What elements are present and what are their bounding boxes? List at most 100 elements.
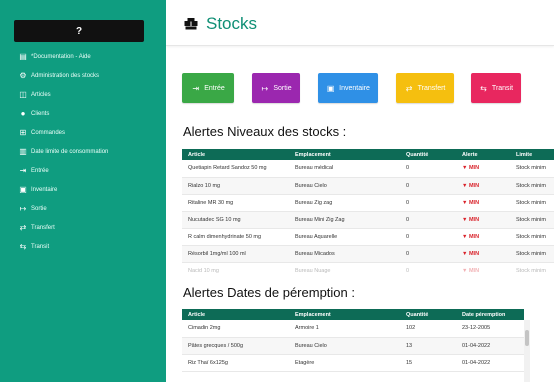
- column-header[interactable]: Quantité: [400, 309, 456, 320]
- cell-quantity: 13: [400, 337, 456, 355]
- cell-quantity: 0: [400, 245, 456, 263]
- cell-quantity: 15: [400, 354, 456, 372]
- cell-expiry-date: 01-04-2022: [456, 354, 524, 372]
- inventaire-button[interactable]: ▣ Inventaire: [318, 73, 378, 103]
- cell-limit: Stock minim: [510, 211, 554, 229]
- table-row[interactable]: Quetiapin Retard Sandoz 50 mg Bureau méd…: [182, 160, 554, 178]
- cell-quantity: 0: [400, 177, 456, 195]
- transit-icon: ⇆: [480, 83, 487, 93]
- cell-alert: ▼ MIN: [456, 160, 510, 178]
- sidebar-item-date-limite[interactable]: ▥ Date limite de consommation: [0, 142, 166, 161]
- sidebar-item-label: Date limite de consommation: [31, 148, 109, 155]
- column-header[interactable]: Emplacement: [289, 149, 400, 160]
- expiry-alerts-table: Article Emplacement Quantité Date péremp…: [182, 309, 530, 382]
- sidebar-item-clients[interactable]: ● Clients: [0, 104, 166, 123]
- cell-article: R calm dimenhydrinate 50 mg: [182, 228, 289, 246]
- cell-article: Pâtes grecques / 500g: [182, 337, 289, 355]
- clipboard-icon: ▣: [326, 83, 335, 93]
- button-label: Transfert: [417, 84, 446, 92]
- table-row[interactable]: Riz Thaï 6x125g Etagère 15 01-04-2022: [182, 354, 524, 372]
- cell-alert: ▼ MIN: [456, 245, 510, 263]
- sign-out-icon: ↦: [19, 204, 27, 213]
- app-logo[interactable]: ?: [14, 20, 144, 42]
- clipboard-icon: ▣: [19, 185, 27, 194]
- expiry-alerts-heading: Alertes Dates de péremption :: [183, 285, 355, 300]
- cell-article: Rialzo 10 mg: [182, 177, 289, 195]
- sidebar: ? ▤ *Documentation - Aide ⚙ Administrati…: [0, 0, 166, 382]
- column-header[interactable]: Limite: [510, 149, 554, 160]
- sidebar-item-inventaire[interactable]: ▣ Inventaire: [0, 180, 166, 199]
- column-header[interactable]: Article: [182, 149, 289, 160]
- sortie-button[interactable]: ↦ Sortie: [252, 73, 300, 103]
- page-header: Stocks: [166, 0, 554, 46]
- cell-location: Bureau Cielo: [289, 337, 400, 355]
- sign-out-icon: ↦: [261, 83, 269, 93]
- cell-alert: ▼ MIN: [456, 194, 510, 212]
- table-row[interactable]: Rialzo 10 mg Bureau Cielo 0 ▼ MIN Stock …: [182, 177, 554, 195]
- user-icon: ●: [20, 109, 26, 118]
- sidebar-item-label: Entrée: [31, 167, 49, 174]
- sidebar-item-documentation[interactable]: ▤ *Documentation - Aide: [0, 47, 166, 66]
- cell-quantity: 0: [400, 160, 456, 178]
- cell-alert: ▼ MIN: [456, 177, 510, 195]
- main-content: Stocks ⇥ Entrée ↦ Sortie ▣ Inventaire ⇄ …: [166, 0, 554, 382]
- sidebar-item-entree[interactable]: ⇥ Entrée: [0, 161, 166, 180]
- cell-location: Bureau Mini Zig Zag: [289, 211, 400, 229]
- transfert-button[interactable]: ⇄ Transfert: [396, 73, 454, 103]
- table-row[interactable]: Cimadin 2mg Armoire 1 102 23-12-2005: [182, 320, 524, 338]
- button-label: Inventaire: [339, 84, 370, 92]
- sidebar-item-label: Administration des stocks: [31, 72, 100, 79]
- cell-limit: Stock minim: [510, 245, 554, 263]
- basket-icon: ◫: [19, 90, 27, 99]
- column-header[interactable]: Emplacement: [289, 309, 400, 320]
- cell-location: Bureau Zig zag: [289, 194, 400, 212]
- sidebar-item-commandes[interactable]: ⊞ Commandes: [0, 123, 166, 142]
- button-label: Transit: [491, 84, 514, 92]
- transit-icon: ⇆: [19, 242, 27, 251]
- settings-icon: ⚙: [19, 71, 27, 80]
- cell-article: Nucutadec SG 10 mg: [182, 211, 289, 229]
- column-header[interactable]: Quantité: [400, 149, 456, 160]
- sidebar-item-administration[interactable]: ⚙ Administration des stocks: [0, 66, 166, 85]
- column-header[interactable]: Alerte: [456, 149, 510, 160]
- cell-location: Bureau Cielo: [289, 177, 400, 195]
- transfer-icon: ⇄: [19, 223, 27, 232]
- table-row[interactable]: Résorbil 1mg/ml 100 ml Bureau Micados 0 …: [182, 245, 554, 263]
- barcode-icon: ▥: [19, 147, 27, 156]
- transit-button[interactable]: ⇆ Transit: [471, 73, 521, 103]
- sidebar-item-label: Inventaire: [31, 186, 58, 193]
- scrollbar-thumb[interactable]: [525, 330, 529, 346]
- sidebar-item-label: Transit: [31, 243, 50, 250]
- expiry-table-scrollbar[interactable]: [524, 320, 530, 382]
- cell-quantity: 0: [400, 228, 456, 246]
- cell-location: Bureau Nuage: [289, 262, 400, 275]
- cell-location: Bureau Aquarelle: [289, 228, 400, 246]
- sidebar-item-transit[interactable]: ⇆ Transit: [0, 237, 166, 256]
- column-header[interactable]: Date péremption: [456, 309, 524, 320]
- cell-expiry-date: 23-12-2005: [456, 320, 524, 338]
- sign-in-icon: ⇥: [19, 166, 27, 175]
- page-title: Stocks: [206, 14, 258, 33]
- cell-article: Riz Thaï 6x125g: [182, 354, 289, 372]
- entree-button[interactable]: ⇥ Entrée: [182, 73, 234, 103]
- transfer-icon: ⇄: [405, 83, 413, 93]
- stock-alerts-table: Article Emplacement Quantité Alerte Limi…: [182, 149, 554, 275]
- cell-article: Ritaline MR 30 mg: [182, 194, 289, 212]
- table-row[interactable]: R calm dimenhydrinate 50 mg Bureau Aquar…: [182, 228, 554, 246]
- sidebar-item-sortie[interactable]: ↦ Sortie: [0, 199, 166, 218]
- sidebar-item-label: *Documentation - Aide: [31, 53, 91, 60]
- sidebar-item-label: Sortie: [31, 205, 47, 212]
- stock-alerts-heading: Alertes Niveaux des stocks :: [183, 124, 347, 139]
- cell-article: Résorbil 1mg/ml 100 ml: [182, 245, 289, 263]
- table-row[interactable]: Nucutadec SG 10 mg Bureau Mini Zig Zag 0…: [182, 211, 554, 229]
- sidebar-item-label: Transfert: [31, 224, 55, 231]
- cell-alert: ▼ MIN: [456, 228, 510, 246]
- table-header: Article Emplacement Quantité Alerte Limi…: [182, 149, 554, 160]
- column-header[interactable]: Article: [182, 309, 289, 320]
- sidebar-item-articles[interactable]: ◫ Articles: [0, 85, 166, 104]
- table-row[interactable]: Nacid 10 mg Bureau Nuage 0 ▼ MIN Stock m…: [182, 262, 554, 275]
- cell-quantity: 0: [400, 211, 456, 229]
- sidebar-item-transfert[interactable]: ⇄ Transfert: [0, 218, 166, 237]
- table-row[interactable]: Ritaline MR 30 mg Bureau Zig zag 0 ▼ MIN…: [182, 194, 554, 212]
- table-row[interactable]: Pâtes grecques / 500g Bureau Cielo 13 01…: [182, 337, 524, 355]
